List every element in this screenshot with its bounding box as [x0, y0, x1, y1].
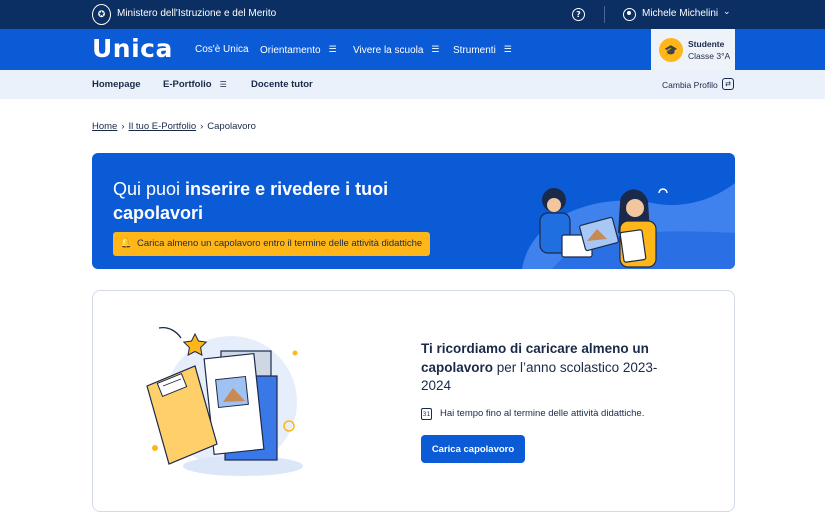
nav-item-vivere-la-scuola[interactable]: Vivere la scuola ☰	[353, 44, 440, 56]
nav-item-label: Orientamento	[260, 45, 321, 56]
chevron-down-icon[interactable]: ⌄	[723, 7, 731, 17]
portfolio-illustration	[146, 326, 303, 476]
breadcrumb-home[interactable]: Home	[92, 121, 117, 132]
deadline-alert: 🔔 Carica almeno un capolavoro entro il te…	[113, 232, 431, 256]
subnav-item-e-portfolio[interactable]: E-Portfolio ☰	[163, 79, 227, 90]
profile-role: Studente	[688, 39, 725, 49]
nav-item-orientamento[interactable]: Orientamento ☰	[260, 44, 337, 56]
calendar-icon: 31	[421, 408, 432, 420]
profile-class: Classe 3°A	[688, 51, 731, 61]
subnav-item-homepage[interactable]: Homepage	[92, 79, 141, 90]
menu-icon: ☰	[503, 44, 512, 54]
breadcrumb-current: Capolavoro	[207, 121, 256, 132]
menu-icon: ☰	[431, 44, 440, 54]
deadline-info: Hai tempo fino al termine delle attività…	[440, 408, 645, 419]
subnav-item-label: E-Portfolio	[163, 79, 212, 90]
menu-icon: ☰	[328, 44, 337, 54]
breadcrumb-separator: ›	[121, 121, 125, 132]
bell-icon: 🔔	[120, 238, 133, 249]
nav-item-label: Vivere la scuola	[353, 45, 424, 56]
profile-selector[interactable]: 🎓 Studente Classe 3°A	[651, 29, 735, 70]
nav-item-label: Strumenti	[453, 45, 496, 56]
sub-nav: Homepage E-Portfolio ☰ Docente tutor Camb…	[0, 70, 825, 99]
switch-profile-icon[interactable]: ⇄	[722, 78, 734, 90]
subnav-item-docente-tutor[interactable]: Docente tutor	[251, 79, 313, 90]
hero-banner: Qui puoi inserire e rivedere i tuoi capo…	[92, 153, 735, 269]
emblem-icon: ✪	[92, 4, 111, 25]
nav-item-strumenti[interactable]: Strumenti ☰	[453, 44, 512, 56]
breadcrumb: Home › Il tuo E-Portfolio › Capolavoro	[92, 121, 256, 132]
ministry-name[interactable]: Ministero dell'Istruzione e del Merito	[117, 8, 276, 19]
user-menu[interactable]: Michele Michelini	[642, 8, 718, 19]
nav-item-cose-unica[interactable]: Cos'è Unica	[195, 44, 249, 55]
user-icon[interactable]	[623, 8, 636, 21]
top-bar: ✪ Ministero dell'Istruzione e del Merito…	[0, 0, 825, 29]
reminder-heading: Ti ricordiamo di caricare almeno un capo…	[421, 341, 658, 393]
change-profile-link[interactable]: Cambia Profilo	[662, 80, 718, 90]
menu-icon: ☰	[219, 80, 227, 89]
main-nav: Unica Cos'è Unica Orientamento ☰ Vivere l…	[0, 29, 825, 70]
divider	[604, 6, 605, 23]
hero-title: Qui puoi inserire e rivedere i tuoi capo…	[113, 179, 389, 223]
reminder-card: Ti ricordiamo di caricare almeno un capo…	[92, 290, 735, 512]
graduation-cap-icon: 🎓	[659, 38, 683, 62]
nav-item-label: Cos'è Unica	[195, 44, 249, 55]
upload-masterpiece-button[interactable]: Carica capolavoro	[421, 435, 525, 463]
breadcrumb-portfolio[interactable]: Il tuo E-Portfolio	[129, 121, 197, 132]
breadcrumb-separator: ›	[200, 121, 204, 132]
alert-text: Carica almeno un capolavoro entro il ter…	[137, 238, 423, 249]
unica-logo[interactable]: Unica	[92, 34, 173, 63]
students-illustration	[522, 183, 735, 269]
help-icon[interactable]: ?	[572, 8, 585, 21]
